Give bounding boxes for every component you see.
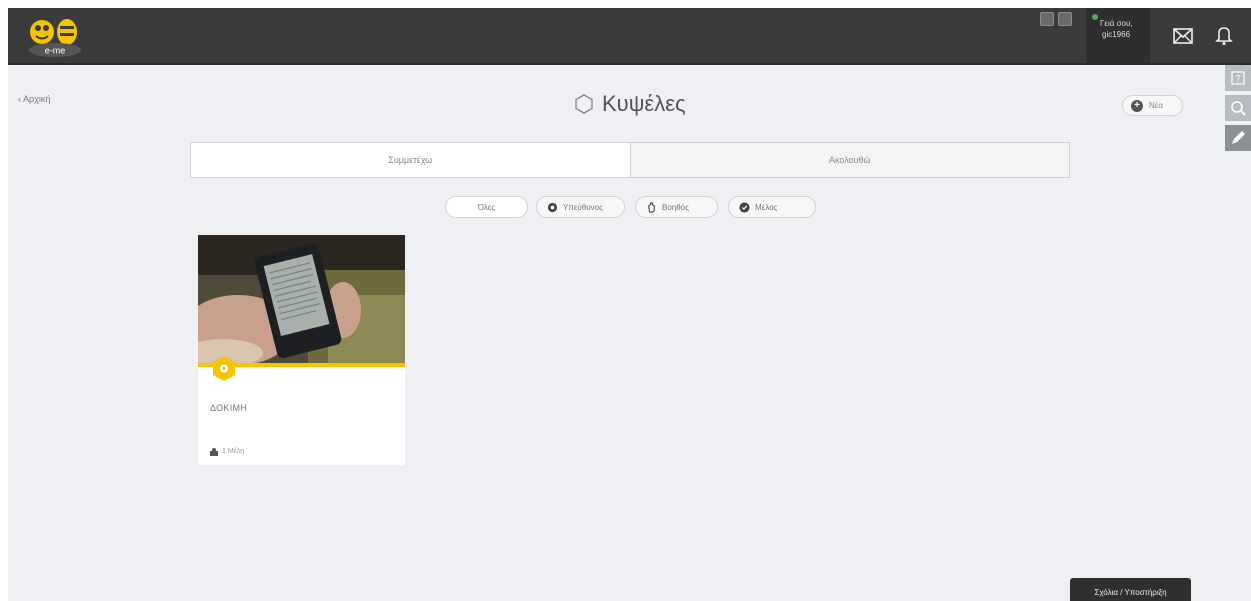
search-button[interactable] [1225, 95, 1251, 121]
filter-label: Μέλος [755, 202, 778, 212]
tab-following[interactable]: Ακολουθώ [629, 143, 1069, 177]
online-status-dot [1092, 14, 1098, 20]
gear-icon [547, 202, 558, 212]
hand-icon [648, 201, 655, 213]
tab-label: Ακολουθώ [828, 155, 871, 165]
hive-cover-image [198, 235, 405, 364]
user-menu[interactable]: Γειά σου, gic1966 [1086, 8, 1150, 63]
feedback-support-button[interactable]: Σχόλια / Υποστήριξη [1070, 578, 1191, 601]
svg-text:e-me: e-me [45, 46, 66, 56]
bell-icon[interactable] [1214, 24, 1234, 46]
view-toggle-grid[interactable] [1040, 12, 1054, 26]
mail-icon[interactable] [1172, 26, 1194, 46]
tab-participating[interactable]: Συμμετέχω [191, 143, 630, 177]
user-name: gic1966 [1102, 30, 1131, 39]
hive-owner-badge-icon [213, 356, 235, 381]
pencil-icon [1232, 131, 1245, 144]
new-hive-label: Νέα [1149, 101, 1163, 110]
tab-bar: Συμμετέχω Ακολουθώ [190, 142, 1070, 178]
user-greeting: Γειά σου, [1100, 19, 1133, 28]
filter-member[interactable]: Μέλος [728, 196, 816, 218]
page-title-text: Κυψέλες [602, 91, 686, 116]
search-icon [1231, 101, 1246, 116]
svg-text:?: ? [1235, 74, 1240, 84]
top-bar: e-me Γειά σου, gic1966 [8, 8, 1251, 65]
plus-icon: + [1131, 100, 1143, 112]
filter-assistant[interactable]: Βοηθός [635, 196, 718, 218]
hive-card[interactable]: ΔΟΚΙΜΗ 1 Μέλη [198, 235, 405, 465]
back-link-label: Αρχική [23, 94, 51, 104]
filter-label: Υπεύθυνος [563, 202, 603, 212]
help-button[interactable]: ? [1225, 65, 1251, 91]
side-toolbar: ? [1225, 65, 1251, 185]
hexagon-icon [575, 94, 593, 114]
tab-label: Συμμετέχω [388, 155, 433, 165]
eme-logo[interactable]: e-me [22, 14, 88, 58]
filter-all[interactable]: Όλες [445, 196, 528, 218]
check-icon [739, 201, 750, 213]
feedback-support-label: Σχόλια / Υποστήριξη [1094, 587, 1167, 597]
help-icon: ? [1231, 71, 1245, 85]
members-icon [210, 448, 218, 456]
page-title: Κυψέλες [574, 91, 686, 117]
edit-button[interactable] [1225, 125, 1251, 151]
back-link[interactable]: ‹ Αρχική [18, 94, 50, 104]
view-toggle-list[interactable] [1058, 12, 1072, 26]
filter-label: Βοηθός [662, 202, 689, 212]
hive-title: ΔΟΚΙΜΗ [210, 403, 248, 413]
filter-owner[interactable]: Υπεύθυνος [536, 196, 625, 218]
new-hive-button[interactable]: + Νέα [1122, 95, 1183, 116]
filter-label: Όλες [477, 202, 496, 212]
hive-members-count: 1 Μέλη [222, 448, 245, 455]
app-frame: e-me Γειά σου, gic1966 ? ‹ Αρχική Κυψέλε… [8, 8, 1251, 601]
